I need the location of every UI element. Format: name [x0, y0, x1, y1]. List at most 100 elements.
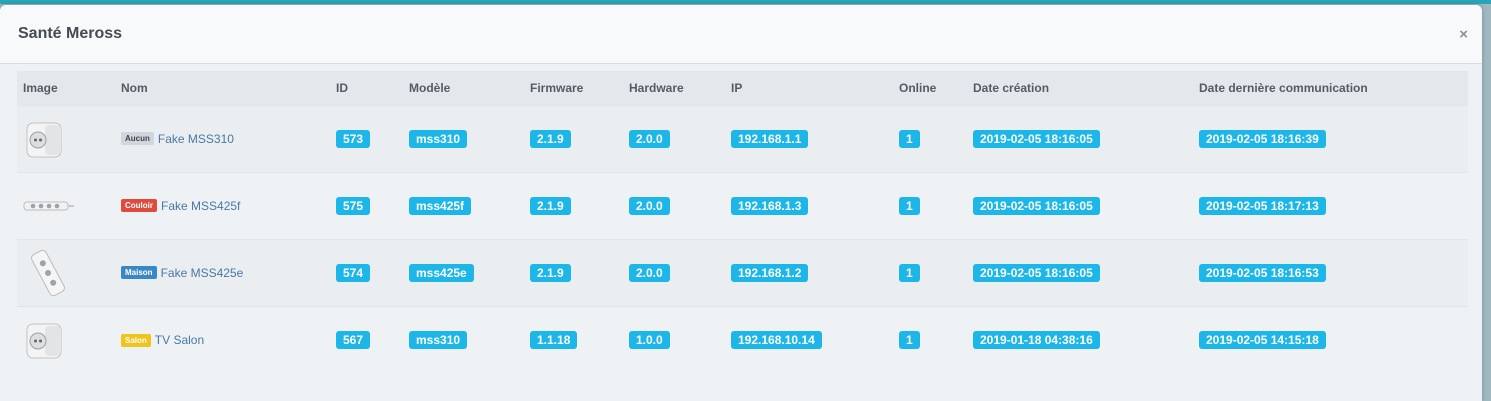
ip-cell: 192.168.1.3: [725, 172, 893, 239]
hardware-cell: 2.0.0: [623, 172, 725, 239]
ip-label: 192.168.1.2: [731, 263, 809, 282]
hardware-cell: 1.0.0: [623, 306, 725, 373]
name-cell: Aucun Fake MSS310: [115, 105, 330, 172]
online-label: 1: [899, 129, 920, 148]
header-online: Online: [899, 80, 937, 95]
header-firmware: Firmware: [530, 80, 584, 95]
name-cell: Couloir Fake MSS425f: [115, 172, 330, 239]
room-badge: Maison: [121, 266, 157, 280]
top-accent-bar: [0, 0, 1491, 4]
online-cell: 1: [893, 306, 967, 373]
hardware-label: 2.0.0: [629, 263, 670, 282]
last-comm-cell: 2019-02-05 18:16:39: [1193, 105, 1468, 172]
ip-label: 192.168.1.1: [731, 129, 809, 148]
equipment-name-link[interactable]: TV Salon: [155, 333, 204, 347]
plug-icon: [23, 315, 115, 365]
id-cell: 575: [330, 172, 403, 239]
header-created: Date création: [973, 80, 1050, 95]
firmware-cell: 1.1.18: [524, 306, 623, 373]
id-label: 574: [336, 263, 371, 282]
equipment-name-link[interactable]: Fake MSS425f: [161, 199, 240, 213]
created-label: 2019-01-18 04:38:16: [973, 330, 1100, 349]
online-label: 1: [899, 196, 920, 215]
table-row: Couloir Fake MSS425f 575 mss425f 2.1.9 2.0.0 1…: [17, 172, 1468, 239]
created-cell: 2019-01-18 04:38:16: [967, 306, 1193, 373]
last-comm-label: 2019-02-05 18:16:53: [1199, 263, 1326, 282]
ip-cell: 192.168.1.2: [725, 239, 893, 306]
id-label: 567: [336, 330, 371, 349]
image-cell: [17, 105, 115, 172]
id-cell: 574: [330, 239, 403, 306]
header-hardware: Hardware: [629, 80, 684, 95]
hardware-label: 2.0.0: [629, 196, 670, 215]
online-label: 1: [899, 263, 920, 282]
room-badge: Aucun: [121, 132, 154, 146]
header-last-comm: Date dernière communication: [1199, 80, 1368, 95]
firmware-cell: 2.1.9: [524, 172, 623, 239]
header-ip: IP: [731, 80, 743, 95]
name-cell: Salon TV Salon: [115, 306, 330, 373]
modal-header: Santé Meross ×: [0, 5, 1482, 64]
ip-label: 192.168.10.14: [731, 330, 822, 349]
created-label: 2019-02-05 18:16:05: [973, 196, 1100, 215]
health-table-container: Image Nom ID Modèle Firmware Hardware IP…: [17, 71, 1468, 373]
table-row: Maison Fake MSS425e 574 mss425e 2.1.9 2.0.0 19…: [17, 239, 1468, 306]
health-table: Image Nom ID Modèle Firmware Hardware IP…: [17, 71, 1468, 373]
id-cell: 573: [330, 105, 403, 172]
ip-label: 192.168.1.3: [731, 196, 809, 215]
last-comm-cell: 2019-02-05 14:15:18: [1193, 306, 1468, 373]
image-cell: [17, 306, 115, 373]
room-badge: Couloir: [121, 199, 157, 213]
id-label: 573: [336, 129, 371, 148]
sante-modal: Santé Meross × Image Nom ID Modèle Firmw…: [0, 5, 1482, 401]
close-button[interactable]: ×: [1459, 27, 1468, 43]
last-comm-cell: 2019-02-05 18:16:53: [1193, 239, 1468, 306]
last-comm-label: 2019-02-05 14:15:18: [1199, 330, 1326, 349]
firmware-label: 1.1.18: [530, 330, 578, 349]
last-comm-cell: 2019-02-05 18:17:13: [1193, 172, 1468, 239]
model-label: mss310: [409, 129, 468, 148]
table-row: Salon TV Salon 567 mss310 1.1.18 1.0.0 192.168…: [17, 306, 1468, 373]
created-label: 2019-02-05 18:16:05: [973, 263, 1100, 282]
image-cell: [17, 172, 115, 239]
firmware-label: 2.1.9: [530, 129, 571, 148]
created-cell: 2019-02-05 18:16:05: [967, 105, 1193, 172]
image-cell: [17, 239, 115, 306]
room-badge: Salon: [121, 333, 151, 347]
hardware-cell: 2.0.0: [623, 105, 725, 172]
header-name: Nom: [121, 80, 148, 95]
plug-icon: [23, 114, 115, 164]
created-label: 2019-02-05 18:16:05: [973, 129, 1100, 148]
online-cell: 1: [893, 239, 967, 306]
table-header-row: Image Nom ID Modèle Firmware Hardware IP…: [17, 71, 1468, 105]
hardware-label: 2.0.0: [629, 129, 670, 148]
model-cell: mss425e: [403, 239, 524, 306]
hardware-label: 1.0.0: [629, 330, 670, 349]
power-strip-icon: [23, 181, 115, 231]
equipment-name-link[interactable]: Fake MSS425e: [161, 266, 244, 280]
online-label: 1: [899, 330, 920, 349]
header-image: Image: [23, 80, 58, 95]
hardware-cell: 2.0.0: [623, 239, 725, 306]
id-label: 575: [336, 196, 371, 215]
created-cell: 2019-02-05 18:16:05: [967, 239, 1193, 306]
id-cell: 567: [330, 306, 403, 373]
last-comm-label: 2019-02-05 18:16:39: [1199, 129, 1326, 148]
firmware-cell: 2.1.9: [524, 105, 623, 172]
firmware-label: 2.1.9: [530, 196, 571, 215]
firmware-cell: 2.1.9: [524, 239, 623, 306]
online-cell: 1: [893, 105, 967, 172]
name-cell: Maison Fake MSS425e: [115, 239, 330, 306]
model-cell: mss310: [403, 105, 524, 172]
header-id: ID: [336, 80, 348, 95]
equipment-name-link[interactable]: Fake MSS310: [158, 132, 234, 146]
firmware-label: 2.1.9: [530, 263, 571, 282]
model-cell: mss310: [403, 306, 524, 373]
online-cell: 1: [893, 172, 967, 239]
modal-title: Santé Meross: [18, 25, 123, 42]
ip-cell: 192.168.10.14: [725, 306, 893, 373]
model-label: mss425e: [409, 263, 474, 282]
created-cell: 2019-02-05 18:16:05: [967, 172, 1193, 239]
last-comm-label: 2019-02-05 18:17:13: [1199, 196, 1326, 215]
power-strip-angled-icon: [23, 248, 115, 298]
